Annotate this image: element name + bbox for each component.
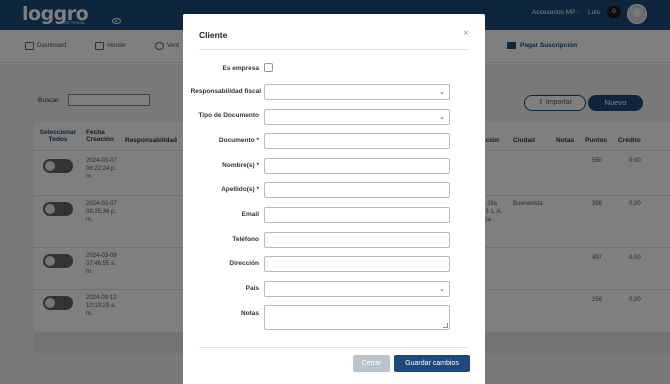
pais-label: País (245, 285, 259, 292)
nombres-input[interactable] (264, 158, 450, 174)
modal-title: Cliente (199, 30, 228, 40)
chevron-down-icon: ⌄ (439, 89, 445, 96)
responsabilidad-label: Responsabilidad fiscal (190, 88, 261, 95)
resize-handle-icon[interactable] (443, 323, 448, 328)
nombres-label: Nombre(s) * (222, 162, 259, 169)
documento-input[interactable] (264, 133, 450, 149)
close-button[interactable]: Cerrar (353, 355, 390, 372)
tipo-documento-select[interactable]: ⌄ (264, 109, 450, 125)
apellidos-label: Apellido(s) * (221, 186, 259, 193)
pais-select[interactable]: ⌄ (264, 281, 450, 297)
direccion-input[interactable] (264, 256, 450, 272)
modal-footer-divider (199, 347, 469, 348)
email-input[interactable] (264, 207, 450, 223)
telefono-label: Teléfono (232, 236, 259, 243)
empresa-label: Es empresa (222, 65, 260, 72)
close-icon[interactable]: × (463, 28, 469, 39)
notas-label: Notas (240, 310, 259, 317)
client-modal: Cliente × Es empresa Responsabilidad fis… (183, 14, 485, 384)
email-label: Email (241, 211, 259, 218)
responsabilidad-select[interactable]: ⌄ (264, 84, 450, 100)
documento-label: Documento * (218, 137, 259, 144)
apellidos-input[interactable] (264, 182, 450, 198)
telefono-input[interactable] (264, 232, 450, 248)
modal-header-divider (199, 49, 469, 50)
empresa-checkbox[interactable] (264, 63, 273, 72)
tipo-documento-label: Tipo de Documento (198, 112, 259, 119)
notas-textarea[interactable] (264, 305, 450, 330)
save-button[interactable]: Guardar cambios (394, 355, 470, 372)
chevron-down-icon: ⌄ (439, 286, 445, 293)
direccion-label: Dirección (229, 260, 259, 267)
chevron-down-icon: ⌄ (439, 114, 445, 121)
